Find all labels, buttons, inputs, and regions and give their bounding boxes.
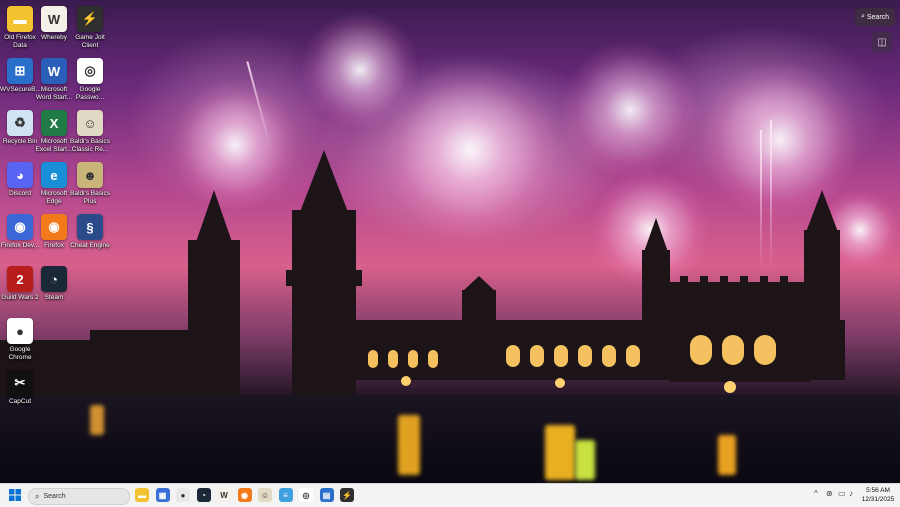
- google-passwords-icon: ◎: [77, 58, 103, 84]
- desktop-icon-label: Whereby: [40, 34, 67, 41]
- desktop-icon[interactable]: W Whereby: [34, 6, 74, 42]
- firefox-icon: ◉: [41, 214, 67, 240]
- light-reflection: [90, 405, 104, 435]
- desktop-icon[interactable]: W Microsoft Word Start...: [34, 58, 74, 101]
- discord-icon: ◕: [7, 162, 33, 188]
- desktop-icon-label: Firefox: [44, 242, 64, 249]
- network-icon[interactable]: ⊛: [826, 489, 833, 498]
- desktop-icon-label: Baldi's Basics Classic Re...: [70, 138, 110, 153]
- desktop-icon[interactable]: ☻ Baldi's Basics Plus: [70, 162, 110, 205]
- river-water: [0, 395, 900, 483]
- desktop-icon[interactable]: ☺ Baldi's Basics Classic Re...: [70, 110, 110, 153]
- folder-icon: ▬: [7, 6, 33, 32]
- desktop-icon[interactable]: ◉ Firefox: [34, 214, 74, 250]
- taskbar-search-placeholder: Search: [43, 493, 66, 500]
- search-icon: ⌕: [35, 491, 40, 501]
- capcut-icon: ✂: [7, 370, 33, 396]
- desktop-icon-label: Microsoft Edge: [40, 190, 68, 205]
- recycle-bin-icon: ♻: [7, 110, 33, 136]
- word-icon: W: [41, 58, 67, 84]
- tray-overflow-chevron-icon[interactable]: ^: [814, 489, 818, 498]
- edge-icon: e: [41, 162, 67, 188]
- desktop-icon-label: Cheat Engine: [70, 242, 110, 249]
- baldi-plus-icon: ☻: [77, 162, 103, 188]
- app-icon[interactable]: ▤: [319, 488, 334, 502]
- baldi-icon[interactable]: ☺: [258, 488, 272, 502]
- taskbar-clock[interactable]: 5:56 AM 12/31/2025: [858, 486, 898, 504]
- clock-time: 5:56 AM: [866, 487, 890, 494]
- desktop-icon-label: Microsoft Excel Start...: [35, 138, 73, 153]
- file-explorer-icon[interactable]: ▬: [135, 488, 149, 502]
- game-jolt-icon: ⚡: [77, 6, 103, 32]
- notepad-icon[interactable]: ≡: [278, 488, 293, 502]
- excel-icon: X: [41, 110, 67, 136]
- desktop-icon-label: Google Passwo...: [75, 86, 105, 101]
- taskbar: ⌕ Search ▬ ▦ ● ◔ W ◉ ☺ ≡ ◎ ▤ ⚡ ^ ⊛ ▭ ♪ 5:56 AM 12/…: [0, 483, 900, 507]
- windows-start-icon[interactable]: [8, 488, 22, 502]
- baldi-icon: ☺: [77, 110, 103, 136]
- desktop-wallpaper: [0, 0, 900, 483]
- light-reflection: [398, 415, 420, 475]
- desktop-icon[interactable]: ✂ CapCut: [0, 370, 40, 406]
- whereby-icon: W: [41, 6, 67, 32]
- desktop-search-widget[interactable]: ⌕ Search: [855, 8, 895, 26]
- desktop-icon-label: Game Jolt Client: [75, 34, 105, 49]
- display-icon[interactable]: ▭: [838, 489, 846, 498]
- ms-store-icon[interactable]: ▦: [155, 488, 170, 502]
- steam-icon: ◔: [41, 266, 67, 292]
- desktop-icon-label: CapCut: [8, 398, 32, 405]
- desktop-icon-label: Google Chrome: [8, 346, 32, 361]
- desktop-icon-label: Steam: [44, 294, 64, 301]
- firefox-dev-icon: ◉: [7, 214, 33, 240]
- whereby-icon[interactable]: W: [217, 488, 231, 502]
- desktop-icon-label: Baldi's Basics Plus: [70, 190, 110, 205]
- chrome-icon[interactable]: ●: [176, 488, 190, 502]
- camera-icon[interactable]: ◫: [872, 32, 892, 52]
- desktop-icon[interactable]: ◎ Google Passwo...: [70, 58, 110, 101]
- light-reflection: [718, 435, 736, 475]
- game-jolt-icon[interactable]: ⚡: [340, 488, 354, 502]
- desktop-icon[interactable]: X Microsoft Excel Start...: [34, 110, 74, 153]
- desktop-search-label: Search: [866, 13, 890, 21]
- wvsecure-icon: ⊞: [7, 58, 33, 84]
- light-reflection: [575, 440, 595, 480]
- desktop-icon[interactable]: e Microsoft Edge: [34, 162, 74, 205]
- desktop-icon[interactable]: ⚡ Game Jolt Client: [70, 6, 110, 49]
- guild-wars-icon: 2: [7, 266, 33, 292]
- search-icon: ⌕: [860, 13, 865, 20]
- light-reflection: [545, 425, 575, 480]
- firefox-icon[interactable]: ◉: [237, 488, 252, 502]
- google-passwords-icon[interactable]: ◎: [299, 488, 313, 502]
- taskbar-search-box[interactable]: ⌕ Search: [28, 488, 130, 505]
- desktop-icon[interactable]: § Cheat Engine: [70, 214, 110, 250]
- volume-icon[interactable]: ♪: [849, 489, 853, 498]
- chrome-icon: ●: [7, 318, 33, 344]
- clock-date: 12/31/2025: [861, 496, 895, 503]
- desktop-icon[interactable]: ● Google Chrome: [0, 318, 40, 361]
- desktop-icon[interactable]: ◔ Steam: [34, 266, 74, 302]
- steam-icon[interactable]: ◔: [196, 488, 211, 502]
- desktop-icon-label: Microsoft Word Start...: [35, 86, 73, 101]
- cheat-engine-icon: §: [77, 214, 103, 240]
